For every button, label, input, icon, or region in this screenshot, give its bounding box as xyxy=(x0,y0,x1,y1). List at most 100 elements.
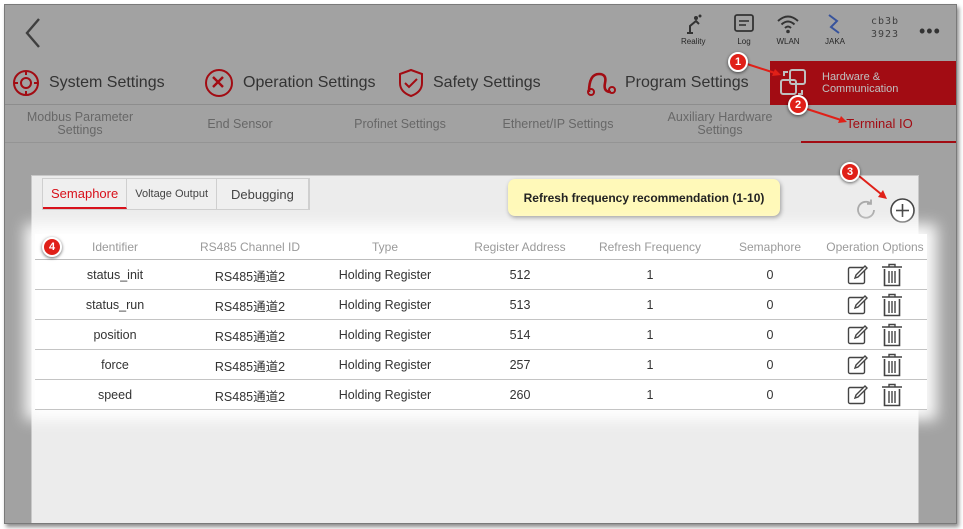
tooltip-text: Refresh frequency recommendation (1-10) xyxy=(523,190,765,205)
subtab-ethernet-label: Ethernet/IP Settings xyxy=(502,116,614,131)
annotation-badge-1: 1 xyxy=(728,52,748,72)
subtab-profinet-label: Profinet Settings xyxy=(354,116,446,131)
tab-program-settings[interactable]: Program Settings xyxy=(585,61,749,105)
jaka-status[interactable]: JAKA xyxy=(825,13,845,57)
tab-semaphore[interactable]: Semaphore xyxy=(43,179,128,209)
wlan-status[interactable]: WLAN xyxy=(776,13,800,57)
cell-rs485-channel-id: RS485通道2 xyxy=(214,359,286,374)
delete-trash-icon[interactable] xyxy=(881,383,903,407)
table-row: speed RS485通道2 Holding Register 260 1 0 xyxy=(35,380,927,410)
operation-settings-icon xyxy=(203,67,235,99)
cell-identifier: position xyxy=(93,328,137,342)
tab-semaphore-label: Semaphore xyxy=(51,185,119,201)
subtab-ethernet-ip-settings[interactable]: Ethernet/IP Settings xyxy=(483,105,633,143)
device-id: cb3b 3923 xyxy=(871,15,899,41)
app-window: Reality Log WLAN JAKA cb3b 3923 ••• Syst… xyxy=(4,4,957,524)
table-header: Identifier RS485 Channel ID Type Registe… xyxy=(35,234,927,260)
edit-icon[interactable] xyxy=(847,264,869,286)
subtab-profinet-settings[interactable]: Profinet Settings xyxy=(330,105,470,143)
header-refresh-frequency: Refresh Frequency xyxy=(598,240,702,254)
cell-operation-options xyxy=(815,290,935,320)
subtab-auxiliary-label: Auxiliary Hardware Settings xyxy=(667,110,773,137)
terminal-io-panel: Semaphore Voltage Output Debugging Refre… xyxy=(31,175,927,523)
robot-arm-icon xyxy=(687,14,702,34)
table-row: position RS485通道2 Holding Register 514 1 0 xyxy=(35,320,927,350)
subtab-end-sensor-label: End Sensor xyxy=(207,116,273,131)
tab-safety-settings[interactable]: Safety Settings xyxy=(397,61,541,105)
cell-refresh-frequency: 1 xyxy=(646,328,654,342)
cell-rs485-channel-id: RS485通道2 xyxy=(214,299,286,314)
cell-operation-options xyxy=(815,320,935,350)
tab-operation-settings[interactable]: Operation Settings xyxy=(203,61,376,105)
wifi-icon xyxy=(777,15,799,34)
tab-operation-settings-label: Operation Settings xyxy=(243,74,376,91)
subtab-auxiliary-hardware-settings[interactable]: Auxiliary Hardware Settings xyxy=(650,105,790,143)
cell-type: Holding Register xyxy=(338,298,432,312)
cell-rs485-channel-id: RS485通道2 xyxy=(214,329,286,344)
edit-icon[interactable] xyxy=(847,354,869,376)
cell-operation-options xyxy=(815,260,935,290)
tab-debugging-label: Debugging xyxy=(231,186,294,202)
cell-semaphore: 0 xyxy=(766,298,774,312)
delete-trash-icon[interactable] xyxy=(881,353,903,377)
more-icon[interactable]: ••• xyxy=(919,21,941,42)
cell-semaphore: 0 xyxy=(766,328,774,342)
cell-register-address: 514 xyxy=(509,328,531,342)
cell-operation-options xyxy=(815,350,935,380)
main-tab-bar: System Settings Operation Settings Safet… xyxy=(5,61,956,105)
jaka-label: JAKA xyxy=(825,37,846,46)
tab-hardware-communication-label: Hardware & Communication xyxy=(822,71,899,95)
log-icon xyxy=(734,14,754,32)
header-operation-options: Operation Options xyxy=(826,240,924,254)
cell-operation-options xyxy=(815,380,935,410)
subtab-modbus-label: Modbus Parameter Settings xyxy=(26,110,134,137)
add-circle-icon[interactable] xyxy=(889,197,916,224)
cell-identifier: status_run xyxy=(85,298,145,312)
edit-icon[interactable] xyxy=(847,324,869,346)
tab-voltage-output[interactable]: Voltage Output xyxy=(127,179,217,209)
delete-trash-icon[interactable] xyxy=(881,293,903,317)
cell-register-address: 260 xyxy=(509,388,531,402)
cell-refresh-frequency: 1 xyxy=(646,358,654,372)
delete-trash-icon[interactable] xyxy=(881,263,903,287)
cell-semaphore: 0 xyxy=(766,358,774,372)
cell-identifier: status_init xyxy=(86,268,144,282)
cell-identifier: speed xyxy=(97,388,133,402)
back-arrow-icon[interactable] xyxy=(19,15,49,51)
cell-semaphore: 0 xyxy=(766,268,774,282)
edit-icon[interactable] xyxy=(847,294,869,316)
delete-trash-icon[interactable] xyxy=(881,323,903,347)
table-row: status_run RS485通道2 Holding Register 513 1 0 xyxy=(35,290,927,320)
cell-refresh-frequency: 1 xyxy=(646,388,654,402)
annotation-badge-2: 2 xyxy=(788,95,808,115)
cell-type: Holding Register xyxy=(338,388,432,402)
annotation-arrow-3 xyxy=(858,175,887,199)
edit-icon[interactable] xyxy=(847,384,869,406)
subtab-terminal-io-label: Terminal IO xyxy=(846,115,913,131)
device-id-line1: cb3b xyxy=(871,16,900,27)
tab-system-settings-label: System Settings xyxy=(49,74,165,91)
cell-refresh-frequency: 1 xyxy=(646,298,654,312)
cell-type: Holding Register xyxy=(338,358,432,372)
annotation-badge-4: 4 xyxy=(42,237,62,257)
tab-debugging[interactable]: Debugging xyxy=(217,179,309,209)
log-status[interactable]: Log xyxy=(733,13,755,57)
tab-program-settings-label: Program Settings xyxy=(625,74,749,91)
table-row: force RS485通道2 Holding Register 257 1 0 xyxy=(35,350,927,380)
program-settings-icon xyxy=(585,68,617,98)
header-register-address: Register Address xyxy=(474,240,566,254)
subtab-modbus-parameter-settings[interactable]: Modbus Parameter Settings xyxy=(15,105,145,143)
inner-tab-bar: Semaphore Voltage Output Debugging xyxy=(42,178,310,210)
tab-system-settings[interactable]: System Settings xyxy=(11,61,165,105)
annotation-arrow-1 xyxy=(746,63,781,76)
reality-status[interactable]: Reality xyxy=(681,13,705,57)
subtab-end-sensor[interactable]: End Sensor xyxy=(185,105,295,143)
safety-shield-icon xyxy=(397,68,425,98)
log-label: Log xyxy=(737,37,751,46)
cell-rs485-channel-id: RS485通道2 xyxy=(214,269,286,284)
cell-rs485-channel-id: RS485通道2 xyxy=(214,389,286,404)
cell-type: Holding Register xyxy=(338,328,432,342)
device-id-line2: 3923 xyxy=(871,29,900,40)
wlan-label: WLAN xyxy=(776,37,800,46)
cell-identifier: force xyxy=(101,358,129,372)
